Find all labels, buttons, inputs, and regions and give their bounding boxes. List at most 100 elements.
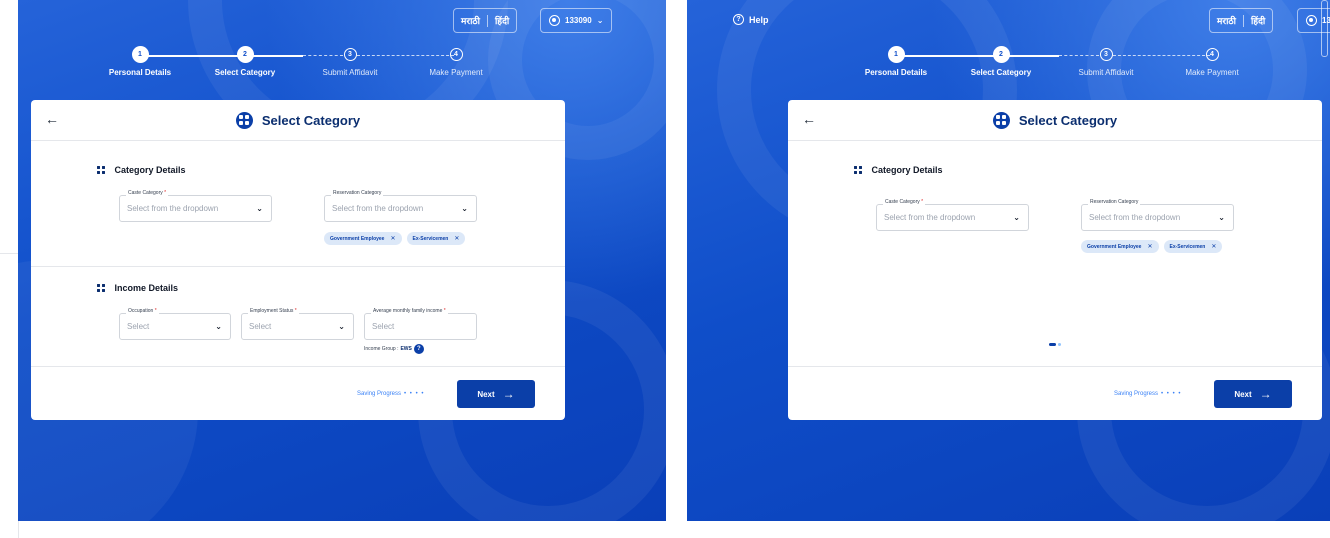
back-arrow-icon[interactable]: ←: [45, 111, 59, 127]
section-title: Income Details: [114, 283, 179, 293]
field-label: Reservation Category: [1088, 199, 1141, 205]
left-vertical-divider: [18, 521, 19, 538]
chevron-down-icon: ⌄: [596, 16, 604, 25]
step-number: 2: [994, 48, 1008, 61]
step-label: Select Category: [214, 68, 276, 77]
chip-government-employee: Government Employee ✕: [324, 232, 402, 245]
category-details-heading: Category Details: [97, 165, 186, 175]
next-label: Next: [1234, 389, 1252, 399]
scrollbar[interactable]: [1321, 0, 1328, 57]
step-submit-affidavit: 3 Submit Affidavit: [1061, 48, 1151, 77]
chip-government-employee: Government Employee ✕: [1081, 240, 1159, 253]
page: मराठी हिंदी 133090 ⌄ 1 Personal Details …: [0, 0, 1330, 538]
dropdown-box[interactable]: Select from the dropdown ⌄: [324, 195, 477, 222]
input-box[interactable]: Select: [364, 313, 477, 340]
step-select-category: 2 Select Category: [956, 48, 1046, 77]
step-label: Personal Details: [108, 68, 172, 77]
step-personal-details: 1 Personal Details: [95, 48, 185, 77]
section-divider: [31, 266, 565, 267]
income-details-heading: Income Details: [97, 283, 178, 293]
chevron-down-icon: ⌄: [338, 322, 345, 331]
next-button[interactable]: Next →: [457, 380, 535, 408]
language-switcher[interactable]: मराठी हिंदी: [1209, 8, 1274, 33]
step-label: Make Payment: [429, 68, 483, 77]
right-screen-panel: ? Help मराठी हिंदी 1 3 1 Personal Details…: [687, 0, 1330, 521]
left-screen-panel: मराठी हिंदी 133090 ⌄ 1 Personal Details …: [18, 0, 666, 521]
select-category-card: ← Select Category Category Details Caste…: [788, 100, 1322, 420]
placeholder: Select: [249, 322, 272, 331]
lang-marathi[interactable]: मराठी: [1210, 14, 1243, 27]
dropdown-box[interactable]: Select from the dropdown ⌄: [1081, 204, 1234, 231]
caste-category-dropdown[interactable]: Caste Category * Select from the dropdow…: [876, 199, 1029, 231]
card-header: ← Select Category: [31, 100, 565, 141]
category-details-heading: Category Details: [854, 165, 943, 175]
occupation-dropdown[interactable]: Occupation * Select ⌄: [119, 308, 231, 340]
dropdown-box[interactable]: Select from the dropdown ⌄: [876, 204, 1029, 231]
saving-progress: Saving Progress • • • •: [1114, 391, 1182, 397]
field-label: Employment Status *: [248, 308, 299, 314]
field-label: Caste Category *: [126, 190, 169, 196]
close-icon[interactable]: ✕: [390, 235, 395, 242]
grid-icon: [97, 284, 105, 292]
income-group-label: Income Group :: [364, 346, 399, 352]
card-footer: Saving Progress • • • • Next →: [788, 366, 1322, 420]
step-label: Select Category: [970, 68, 1032, 77]
caste-category-dropdown[interactable]: Caste Category * Select from the dropdow…: [119, 190, 272, 222]
employment-status-dropdown[interactable]: Employment Status * Select ⌄: [241, 308, 354, 340]
chevron-down-icon: ⌄: [215, 322, 222, 331]
close-icon[interactable]: ✕: [454, 235, 459, 242]
step-label: Make Payment: [1185, 68, 1239, 77]
next-button[interactable]: Next →: [1214, 380, 1292, 408]
user-icon: [1306, 15, 1317, 26]
card-header: ← Select Category: [788, 100, 1322, 141]
chevron-down-icon: ⌄: [256, 204, 263, 213]
back-arrow-icon[interactable]: ←: [802, 111, 816, 127]
arrow-right-icon: →: [502, 387, 515, 401]
help-label: Help: [749, 14, 769, 25]
reservation-chips: Government Employee ✕ Ex-Servicemen ✕: [1081, 240, 1223, 253]
step-number: 1: [889, 48, 903, 61]
language-switcher[interactable]: मराठी हिंदी: [453, 8, 518, 33]
step-number: 4: [449, 48, 463, 61]
grid-icon: [97, 166, 105, 174]
category-grid-icon: [992, 111, 1010, 129]
dropdown-box[interactable]: Select from the dropdown ⌄: [119, 195, 272, 222]
close-icon[interactable]: ✕: [1211, 243, 1216, 250]
step-number: 4: [1205, 48, 1219, 61]
reservation-category-dropdown[interactable]: Reservation Category Select from the dro…: [324, 190, 477, 222]
dropdown-box[interactable]: Select ⌄: [119, 313, 231, 340]
step-personal-details: 1 Personal Details: [851, 48, 941, 77]
user-menu[interactable]: 133090 ⌄: [540, 8, 613, 33]
placeholder: Select from the dropdown: [1089, 213, 1181, 222]
arrow-right-icon: →: [1259, 387, 1272, 401]
step-number: 3: [343, 48, 357, 61]
chevron-down-icon: ⌄: [461, 204, 468, 213]
step-number: 2: [238, 48, 252, 61]
placeholder: Select from the dropdown: [127, 204, 219, 213]
chevron-down-icon: ⌄: [1218, 213, 1225, 222]
reservation-category-dropdown[interactable]: Reservation Category Select from the dro…: [1081, 199, 1234, 231]
field-label: Occupation *: [126, 308, 159, 314]
lang-hindi[interactable]: हिंदी: [488, 14, 516, 27]
section-title: Category Details: [114, 165, 186, 175]
step-make-payment: 4 Make Payment: [1167, 48, 1257, 77]
help-link[interactable]: ? Help: [733, 14, 769, 25]
step-label: Submit Affidavit: [1078, 68, 1134, 77]
info-icon[interactable]: ?: [413, 344, 424, 354]
select-category-card: ← Select Category Category Details Caste…: [31, 100, 565, 420]
income-group-value: EWS: [400, 346, 412, 352]
dropdown-box[interactable]: Select ⌄: [241, 313, 354, 340]
average-income-input[interactable]: Average monthly family income * Select: [364, 308, 477, 340]
field-label: Caste Category *: [883, 199, 926, 205]
close-icon[interactable]: ✕: [1147, 243, 1152, 250]
step-number: 3: [1099, 48, 1113, 61]
field-label: Average monthly family income *: [371, 308, 448, 314]
placeholder: Select: [127, 322, 150, 331]
lang-hindi[interactable]: हिंदी: [1244, 14, 1272, 27]
chevron-down-icon: ⌄: [1013, 213, 1020, 222]
progress-stepper: 1 Personal Details 2 Select Category 3 S…: [95, 48, 515, 84]
lang-marathi[interactable]: मराठी: [454, 14, 487, 27]
chip-ex-servicemen: Ex-Servicemen ✕: [1163, 240, 1223, 253]
field-label: Reservation Category: [331, 190, 384, 196]
grid-icon: [854, 166, 862, 174]
